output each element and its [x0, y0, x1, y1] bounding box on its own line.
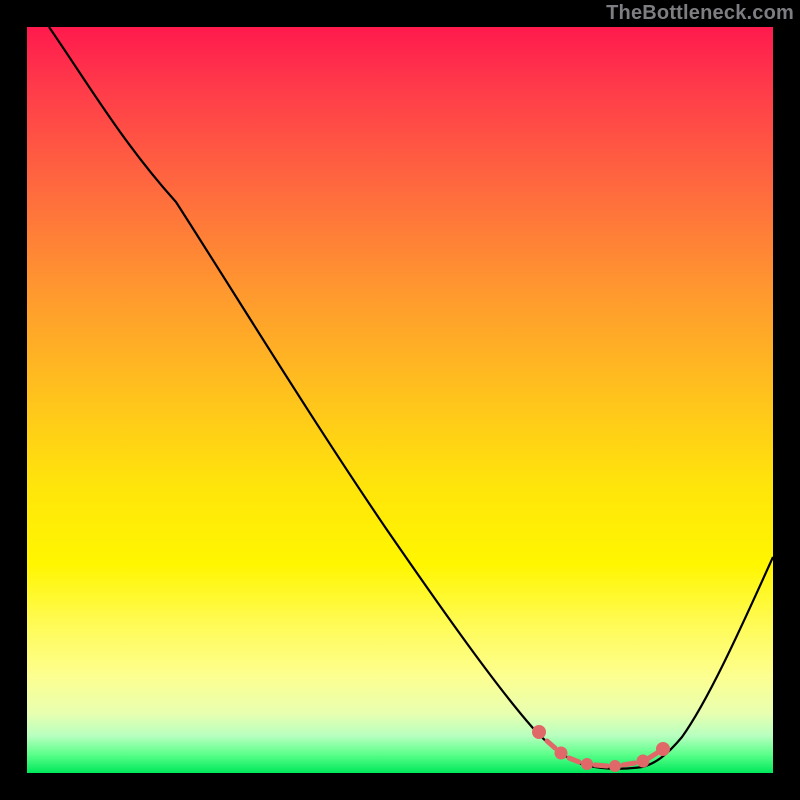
chart-svg: [27, 27, 773, 773]
attribution-watermark: TheBottleneck.com: [606, 2, 794, 25]
bottleneck-curve-line: [49, 27, 773, 769]
optimal-range-markers: [535, 728, 668, 770]
chart-container: TheBottleneck.com: [0, 0, 800, 800]
plot-area: [27, 27, 773, 773]
